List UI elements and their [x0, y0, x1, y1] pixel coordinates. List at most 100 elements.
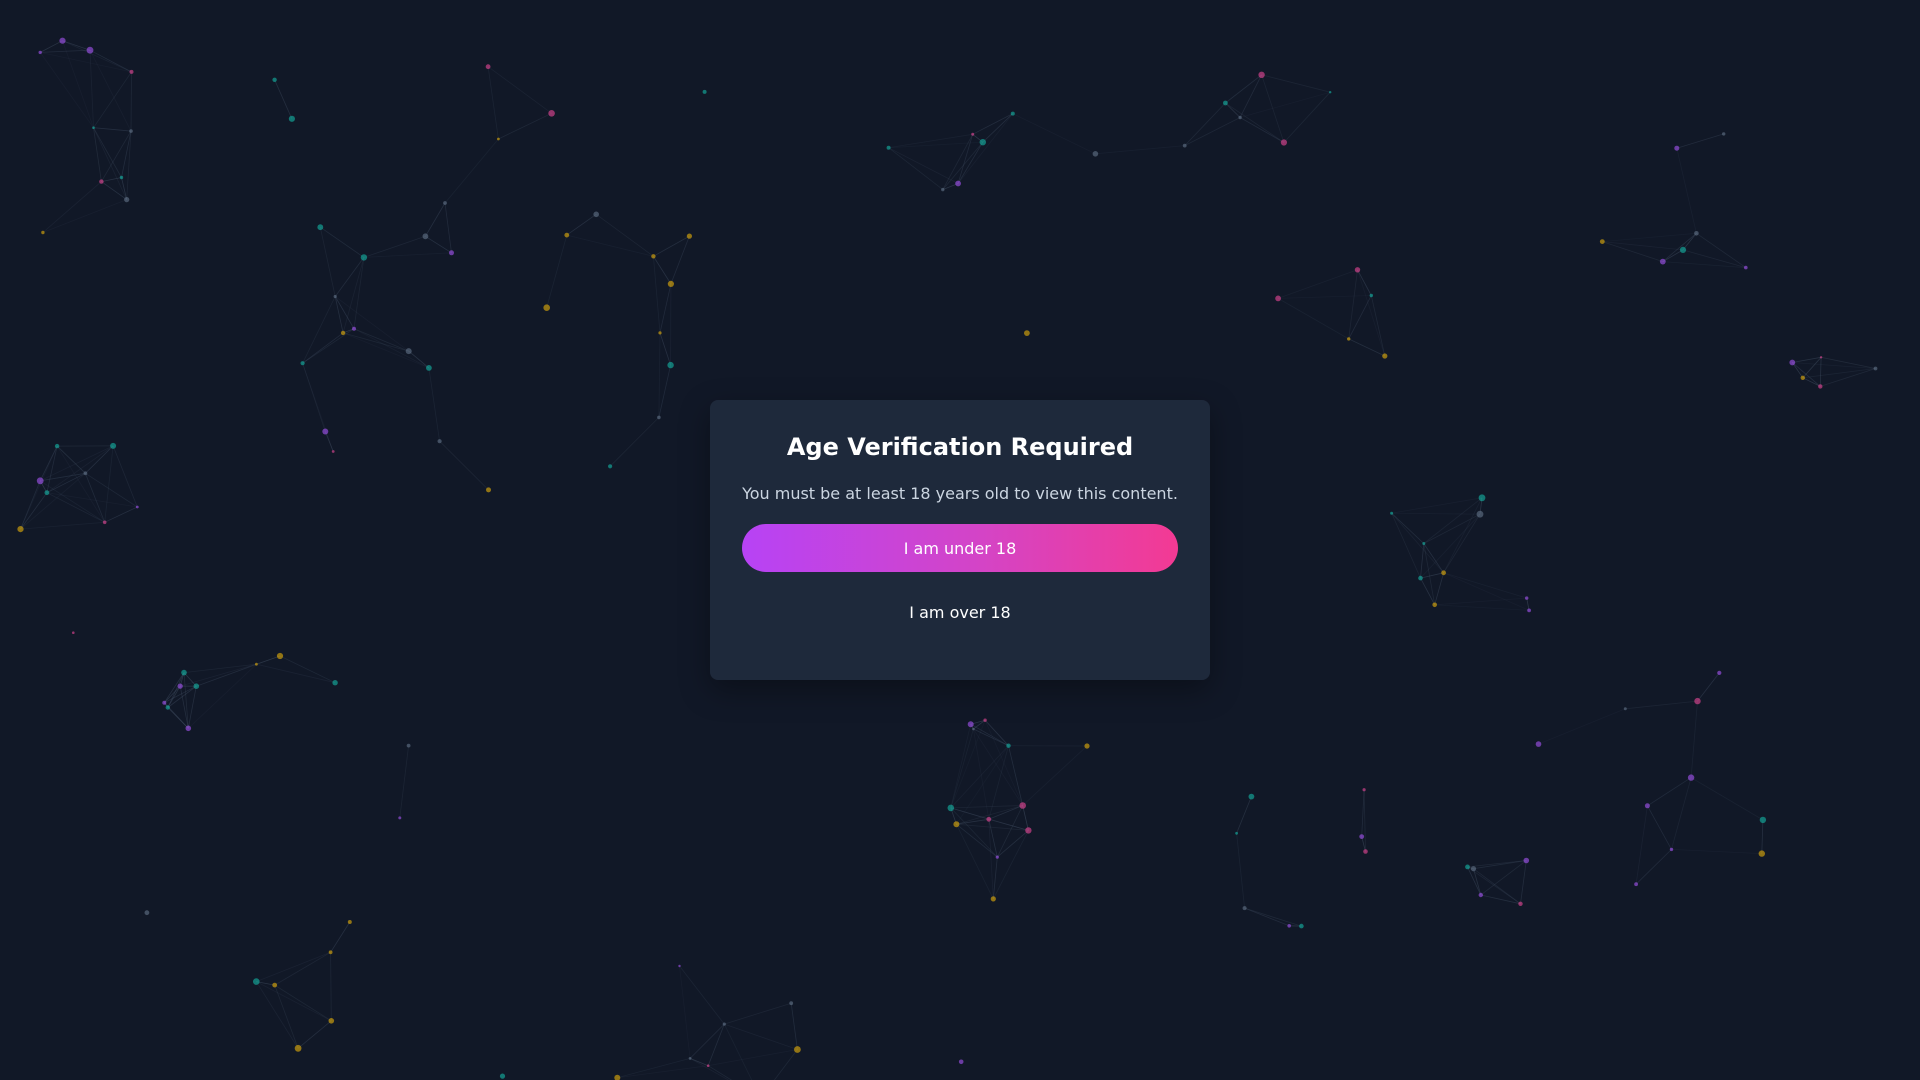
network-node [794, 1046, 801, 1053]
network-link [1820, 368, 1876, 387]
network-link [39, 52, 94, 128]
network-node [941, 187, 945, 192]
over-18-button[interactable]: I am over 18 [860, 592, 1060, 632]
network-node [1010, 111, 1015, 116]
network-link [274, 984, 332, 1022]
network-link [1671, 849, 1762, 854]
network-link [46, 445, 114, 494]
network-link [302, 363, 334, 452]
network-link [724, 1002, 792, 1025]
network-link [653, 256, 672, 285]
network-link [1278, 295, 1372, 299]
network-link [679, 965, 725, 1025]
network-link [1391, 497, 1483, 514]
network-link [444, 138, 499, 204]
network-node [36, 477, 44, 485]
network-node [426, 365, 432, 371]
network-node [1687, 774, 1695, 781]
network-node [328, 1018, 335, 1024]
network-node [360, 254, 368, 261]
network-link [1443, 497, 1483, 573]
network-node [406, 743, 411, 748]
network-node [486, 487, 491, 493]
network-link [1348, 338, 1385, 357]
network-link [334, 296, 409, 352]
network-node [119, 175, 124, 180]
network-node [1369, 293, 1374, 298]
network-link [330, 952, 332, 1021]
network-link [1277, 269, 1358, 299]
network-link [487, 66, 552, 114]
network-node [1238, 115, 1242, 120]
network-node [1527, 608, 1531, 613]
network-link [773, 1049, 798, 1080]
modal-message: You must be at least 18 years old to vie… [742, 484, 1178, 503]
network-link [1225, 74, 1262, 104]
network-node [947, 804, 955, 812]
network-node [1362, 788, 1366, 792]
network-link [988, 805, 1023, 820]
network-node [1235, 831, 1238, 835]
network-node [272, 982, 278, 988]
network-link [342, 332, 409, 352]
network-node [317, 224, 324, 231]
network-link [679, 965, 691, 1059]
network-node [86, 46, 94, 54]
network-node [983, 718, 987, 722]
network-node [102, 520, 107, 525]
network-link [40, 40, 63, 53]
network-link [1239, 74, 1262, 118]
network-node [499, 1073, 506, 1079]
network-node [276, 652, 284, 660]
network-node [59, 37, 66, 44]
network-link [689, 1058, 709, 1067]
network-link [1236, 796, 1252, 834]
network-link [1662, 232, 1697, 262]
under-18-button[interactable]: I am under 18 [742, 524, 1178, 572]
network-link [408, 350, 430, 369]
network-node [449, 250, 454, 256]
network-link [617, 1058, 691, 1079]
network-link [498, 112, 552, 140]
network-link [609, 417, 660, 467]
network-link [330, 921, 351, 953]
network-link [1662, 249, 1684, 262]
network-node [1634, 882, 1638, 887]
network-link [20, 521, 105, 530]
network-node [979, 139, 986, 146]
network-link [1690, 701, 1698, 778]
network-node [405, 348, 412, 355]
network-link [363, 252, 452, 258]
network-link [40, 52, 132, 73]
network-link [653, 256, 661, 333]
network-node [1422, 542, 1426, 545]
network-node [110, 442, 117, 449]
network-node [185, 725, 192, 732]
network-node [1248, 793, 1255, 800]
network-link [256, 663, 336, 684]
network-node [1242, 906, 1247, 911]
network-link [1696, 232, 1747, 268]
network-link [487, 66, 499, 140]
modal-title: Age Verification Required [786, 433, 1134, 461]
network-link [85, 445, 114, 474]
network-node [1478, 892, 1484, 898]
network-link [546, 234, 568, 308]
network-node [422, 233, 429, 240]
network-link [1391, 513, 1421, 579]
network-link [1348, 269, 1358, 339]
network-node [1024, 330, 1030, 336]
network-node [41, 230, 45, 235]
network-node [437, 439, 442, 444]
network-node [1759, 816, 1767, 824]
network-node [702, 89, 707, 94]
network-node [177, 683, 183, 689]
network-link [1819, 357, 1822, 387]
network-link [1792, 362, 1876, 369]
network-link [93, 127, 122, 178]
network-link [653, 235, 690, 257]
network-node [722, 1022, 726, 1026]
network-link [89, 49, 132, 73]
network-link [112, 445, 138, 508]
network-node [1359, 834, 1365, 839]
